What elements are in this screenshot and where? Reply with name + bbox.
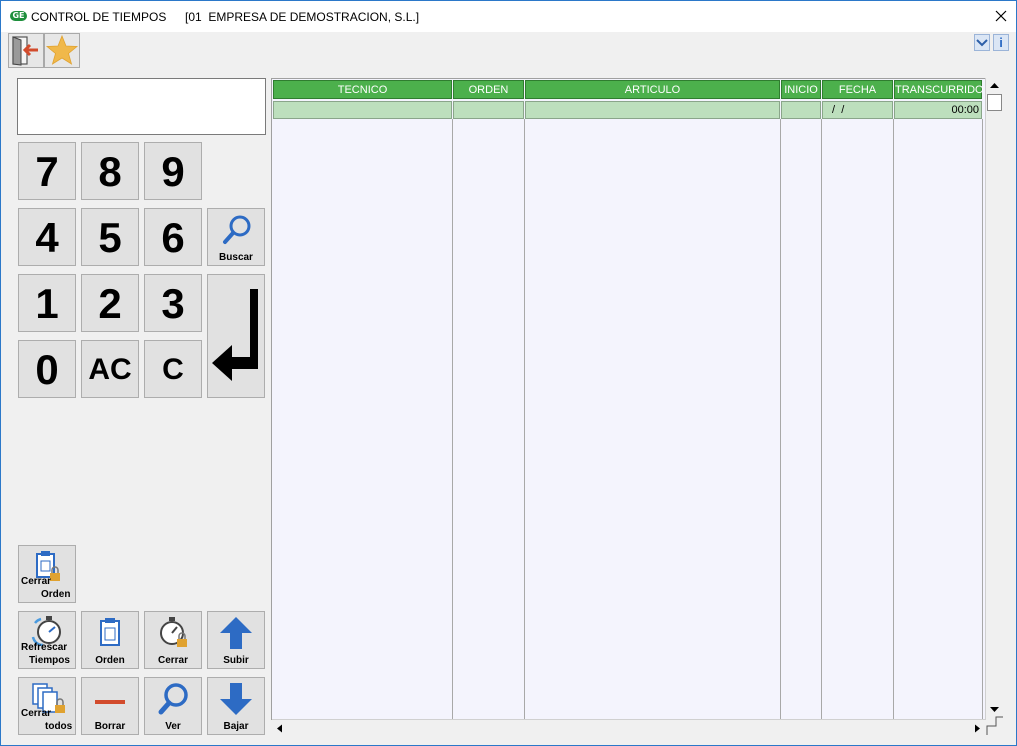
close-all-label-2: todos bbox=[45, 721, 73, 732]
column-divider bbox=[821, 119, 822, 719]
column-header-inicio[interactable]: INICIO bbox=[781, 80, 821, 99]
cell-tecnico[interactable] bbox=[273, 101, 452, 119]
key-5-label: 5 bbox=[98, 214, 122, 261]
close-order-label-2: Orden bbox=[41, 589, 71, 600]
column-divider bbox=[982, 119, 983, 719]
key-5[interactable]: 5 bbox=[81, 208, 139, 266]
search-button[interactable]: Buscar bbox=[207, 208, 265, 266]
key-8[interactable]: 8 bbox=[81, 142, 139, 200]
favorite-button[interactable] bbox=[44, 33, 80, 68]
scroll-right-arrow-icon bbox=[975, 724, 980, 733]
column-divider bbox=[452, 119, 453, 719]
clipboard-icon bbox=[100, 618, 120, 646]
scrollbar-thumb[interactable] bbox=[987, 94, 1002, 111]
key-1[interactable]: 1 bbox=[18, 274, 76, 332]
toolbar: i bbox=[1, 32, 1016, 70]
key-0[interactable]: 0 bbox=[18, 340, 76, 398]
key-4[interactable]: 4 bbox=[18, 208, 76, 266]
view-label: Ver bbox=[165, 721, 181, 732]
enter-arrow-icon bbox=[212, 289, 258, 381]
key-3[interactable]: 3 bbox=[144, 274, 202, 332]
star-icon bbox=[45, 34, 79, 65]
close-order-button[interactable]: Cerrar Orden bbox=[18, 545, 76, 603]
key-7[interactable]: 7 bbox=[18, 142, 76, 200]
key-3-label: 3 bbox=[161, 280, 185, 327]
move-down-label: Bajar bbox=[223, 721, 249, 732]
arrow-down-icon bbox=[220, 683, 252, 715]
magnifier-icon bbox=[158, 683, 188, 715]
horizontal-scrollbar[interactable] bbox=[272, 719, 986, 736]
column-divider bbox=[524, 119, 525, 719]
key-clear[interactable]: C bbox=[144, 340, 202, 398]
dropdown-button[interactable] bbox=[974, 34, 990, 51]
close-order-label-1: Cerrar bbox=[21, 576, 52, 587]
close-all-label-1: Cerrar bbox=[21, 708, 52, 719]
resize-grip-icon[interactable] bbox=[986, 716, 1004, 736]
search-icon bbox=[223, 215, 251, 244]
key-ac-label: AC bbox=[88, 353, 132, 386]
move-down-button[interactable]: Bajar bbox=[207, 677, 265, 735]
key-1-label: 1 bbox=[35, 280, 59, 327]
key-c-label: C bbox=[162, 353, 184, 386]
scroll-down-arrow-icon bbox=[990, 707, 999, 712]
search-button-label: Buscar bbox=[219, 252, 253, 263]
key-4-label: 4 bbox=[35, 214, 59, 261]
column-divider bbox=[780, 119, 781, 719]
arrow-up-icon bbox=[220, 617, 252, 649]
info-button[interactable]: i bbox=[993, 34, 1009, 51]
minus-icon bbox=[95, 700, 125, 704]
key-0-label: 0 bbox=[35, 346, 59, 393]
key-9[interactable]: 9 bbox=[144, 142, 202, 200]
close-button[interactable] bbox=[986, 1, 1016, 32]
exit-door-icon bbox=[12, 36, 38, 66]
refresh-label-1: Refrescar bbox=[21, 642, 68, 653]
key-2[interactable]: 2 bbox=[81, 274, 139, 332]
vertical-scrollbar[interactable] bbox=[985, 78, 1003, 720]
key-6[interactable]: 6 bbox=[144, 208, 202, 266]
refresh-label-2: Tiempos bbox=[29, 655, 70, 666]
column-header-tecnico[interactable]: TECNICO bbox=[273, 80, 452, 99]
view-button[interactable]: Ver bbox=[144, 677, 202, 735]
close-action-label: Cerrar bbox=[157, 655, 189, 666]
cell-articulo[interactable] bbox=[525, 101, 780, 119]
close-icon bbox=[995, 10, 1007, 22]
company-label: [01 EMPRESA DE DEMOSTRACION, S.L.] bbox=[185, 10, 420, 24]
column-header-transcurrido[interactable]: TRANSCURRIDO bbox=[894, 80, 984, 99]
app-window: GE CONTROL DE TIEMPOS [01 EMPRESA DE DEM… bbox=[0, 0, 1017, 746]
delete-label: Borrar bbox=[94, 721, 126, 732]
key-8-label: 8 bbox=[98, 148, 122, 195]
cell-inicio[interactable] bbox=[781, 101, 821, 119]
key-9-label: 9 bbox=[161, 148, 185, 195]
refresh-times-button[interactable]: Refrescar Tiempos bbox=[18, 611, 76, 669]
scroll-up-arrow-icon bbox=[990, 83, 999, 88]
column-header-orden[interactable]: ORDEN bbox=[453, 80, 524, 99]
chevron-down-icon bbox=[976, 39, 988, 47]
enter-button[interactable] bbox=[207, 274, 265, 398]
stopwatch-lock-icon bbox=[160, 617, 187, 647]
cell-fecha[interactable]: / / bbox=[822, 101, 893, 119]
close-button-action[interactable]: Cerrar bbox=[144, 611, 202, 669]
window-title: CONTROL DE TIEMPOS bbox=[31, 10, 167, 24]
exit-button[interactable] bbox=[8, 33, 44, 68]
column-header-fecha[interactable]: FECHA bbox=[822, 80, 893, 99]
scroll-left-arrow-icon bbox=[277, 724, 282, 733]
cell-orden[interactable] bbox=[453, 101, 524, 119]
move-up-label: Subir bbox=[223, 655, 249, 666]
number-display[interactable] bbox=[17, 78, 266, 135]
times-grid: TECNICO ORDEN ARTICULO INICIO FECHA TRAN… bbox=[271, 78, 1003, 720]
delete-button[interactable]: Borrar bbox=[81, 677, 139, 735]
order-label: Orden bbox=[95, 655, 125, 666]
app-logo-icon: GE bbox=[10, 11, 27, 21]
close-all-button[interactable]: Cerrar todos bbox=[18, 677, 76, 735]
key-clear-all[interactable]: AC bbox=[81, 340, 139, 398]
column-header-articulo[interactable]: ARTICULO bbox=[525, 80, 780, 99]
column-divider bbox=[893, 119, 894, 719]
key-6-label: 6 bbox=[161, 214, 185, 261]
order-button[interactable]: Orden bbox=[81, 611, 139, 669]
title-bar: GE CONTROL DE TIEMPOS [01 EMPRESA DE DEM… bbox=[1, 1, 1016, 32]
move-up-button[interactable]: Subir bbox=[207, 611, 265, 669]
cell-transcurrido[interactable]: 00:00 bbox=[894, 101, 982, 119]
key-7-label: 7 bbox=[35, 148, 59, 195]
key-2-label: 2 bbox=[98, 280, 122, 327]
